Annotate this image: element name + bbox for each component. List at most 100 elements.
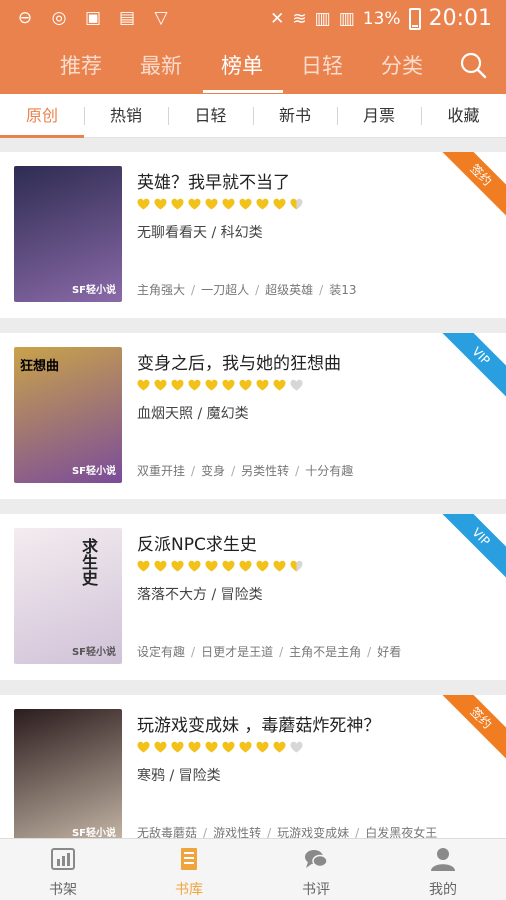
active-tab-indicator — [203, 90, 283, 93]
tab-categories[interactable]: 分类 — [381, 50, 423, 80]
nav-bookshelf[interactable]: 书架 — [18, 847, 108, 899]
heart-icon — [137, 379, 150, 391]
book-card[interactable]: 求生史 SF轻小说 反派NPC求生史 落落不大方 / 冒险类 设定有趣 / 日更才是王… — [0, 514, 506, 680]
book-tag[interactable]: 另类性转 — [241, 464, 289, 478]
subtab-new-books[interactable]: 新书 — [253, 94, 337, 138]
do-not-disturb-icon: ⊖ — [17, 8, 33, 28]
cover-publisher-label: SF轻小说 — [71, 466, 116, 477]
book-tag[interactable]: 十分有趣 — [305, 464, 353, 478]
cover-publisher-label: SF轻小说 — [71, 647, 116, 658]
book-tag[interactable]: 玩游戏变成妹 — [277, 826, 349, 838]
book-card[interactable]: 狂想曲 SF轻小说 变身之后，我与她的狂想曲 血烟天照 / 魔幻类 双重开挂 / 变身… — [0, 333, 506, 499]
tab-recommend[interactable]: 推荐 — [60, 50, 102, 80]
heart-icon — [171, 741, 184, 753]
nav-library[interactable]: 书库 — [144, 847, 234, 899]
news-icon: ▤ — [118, 8, 136, 28]
sim2-icon: ▥ — [338, 8, 355, 29]
book-cover[interactable]: SF轻小说 — [14, 709, 122, 838]
heart-icon — [222, 198, 235, 210]
book-tag[interactable]: 超级英雄 — [265, 283, 313, 297]
subtab-monthly-tickets[interactable]: 月票 — [337, 94, 421, 138]
tab-latest[interactable]: 最新 — [140, 50, 182, 80]
book-title[interactable]: 变身之后，我与她的狂想曲 — [137, 349, 341, 374]
nav-label: 书架 — [49, 882, 77, 898]
heart-icon — [256, 198, 269, 210]
heart-icon — [137, 741, 150, 753]
book-author-category: 寒鸦 / 冒险类 — [137, 768, 221, 784]
vip-badge: VIP — [434, 514, 506, 584]
contract-badge: 签约 — [434, 695, 506, 765]
tag-separator: / — [191, 645, 196, 659]
book-tag[interactable]: 变身 — [201, 464, 225, 478]
heart-icon — [222, 560, 235, 572]
heart-icon — [239, 198, 252, 210]
subtab-japanese-light-novel[interactable]: 日轻 — [168, 94, 253, 138]
book-card[interactable]: SF轻小说 玩游戏变成妹 ，毒蘑菇炸死神？ 寒鸦 / 冒险类 无敌毒蘑菇 / 游戏性… — [0, 695, 506, 838]
wifi-icon: ≋ — [292, 8, 307, 29]
book-cover[interactable]: 求生史 SF轻小说 — [14, 528, 122, 664]
book-tag[interactable]: 日更才是王道 — [201, 645, 273, 659]
subtab-original[interactable]: 原创 — [0, 94, 84, 138]
book-card[interactable]: SF轻小说 英雄？我早就不当了 无聊看看天 / 科幻类 主角强大 / 一刀超人 / 超级… — [0, 152, 506, 318]
nav-reviews[interactable]: 书评 — [271, 847, 361, 899]
tab-japanese-light-novel[interactable]: 日轻 — [301, 50, 343, 80]
book-tag[interactable]: 一刀超人 — [201, 283, 249, 297]
tag-separator: / — [231, 464, 236, 478]
book-list: SF轻小说 英雄？我早就不当了 无聊看看天 / 科幻类 主角强大 / 一刀超人 / 超级… — [0, 138, 506, 838]
heart-icon — [273, 198, 286, 210]
book-author-category: 落落不大方 / 冒险类 — [137, 587, 263, 603]
library-icon — [181, 848, 197, 870]
heart-icon — [205, 741, 218, 753]
book-tag[interactable]: 设定有趣 — [137, 645, 185, 659]
top-navigation: 推荐 最新 榜单 日轻 分类 — [0, 36, 506, 94]
heart-icon — [171, 198, 184, 210]
rating-hearts — [137, 741, 303, 754]
book-tag[interactable]: 主角强大 — [137, 283, 185, 297]
book-tag[interactable]: 装13 — [329, 283, 356, 297]
nav-profile[interactable]: 我的 — [398, 847, 488, 899]
heart-icon — [273, 379, 286, 391]
subtab-favorites[interactable]: 收藏 — [421, 94, 506, 138]
book-title[interactable]: 玩游戏变成妹 ，毒蘑菇炸死神？ — [137, 711, 380, 736]
book-tag[interactable]: 无敌毒蘑菇 — [137, 826, 197, 838]
tag-separator: / — [295, 464, 300, 478]
bookshelf-icon — [51, 848, 75, 870]
nav-label: 书评 — [302, 882, 330, 898]
heart-icon — [239, 741, 252, 753]
book-cover[interactable]: 狂想曲 SF轻小说 — [14, 347, 122, 483]
heart-icon — [290, 741, 303, 753]
cover-publisher-label: SF轻小说 — [71, 828, 116, 838]
book-title[interactable]: 反派NPC求生史 — [137, 530, 257, 555]
subtab-hot-sales[interactable]: 热销 — [84, 94, 168, 138]
heart-icon — [273, 560, 286, 572]
book-cover[interactable]: SF轻小说 — [14, 166, 122, 302]
book-tag[interactable]: 游戏性转 — [213, 826, 261, 838]
heart-icon — [205, 198, 218, 210]
heart-icon — [205, 560, 218, 572]
cover-title-label: 狂想曲 — [20, 359, 60, 374]
vip-badge: VIP — [434, 333, 506, 403]
nav-label: 我的 — [429, 882, 457, 898]
tag-separator: / — [267, 826, 272, 838]
nav-label: 书库 — [175, 882, 203, 898]
heart-icon — [154, 741, 167, 753]
book-author-category: 无聊看看天 / 科幻类 — [137, 225, 263, 241]
book-tags: 设定有趣 / 日更才是王道 / 主角不是主角 / 好看 — [137, 643, 401, 660]
tab-rankings[interactable]: 榜单 — [221, 50, 263, 80]
book-tag[interactable]: 双重开挂 — [137, 464, 185, 478]
book-tag[interactable]: 白发黑夜女王 — [365, 826, 437, 838]
heart-icon — [154, 379, 167, 391]
image-icon: ▣ — [84, 8, 102, 28]
tag-separator: / — [355, 826, 360, 838]
book-tag[interactable]: 主角不是主角 — [289, 645, 361, 659]
book-tag[interactable]: 好看 — [377, 645, 401, 659]
heart-icon — [222, 379, 235, 391]
tag-separator: / — [367, 645, 372, 659]
search-icon[interactable] — [458, 50, 488, 80]
book-title[interactable]: 英雄？我早就不当了 — [137, 168, 290, 193]
status-bar: ⊖ ◎ ▣ ▤ ▽ ✕ ≋ ▥ ▥ 13% 20:01 — [0, 0, 506, 36]
heart-icon — [273, 741, 286, 753]
tag-separator: / — [191, 464, 196, 478]
book-tags: 无敌毒蘑菇 / 游戏性转 / 玩游戏变成妹 / 白发黑夜女王 — [137, 824, 437, 838]
tag-separator: / — [203, 826, 208, 838]
